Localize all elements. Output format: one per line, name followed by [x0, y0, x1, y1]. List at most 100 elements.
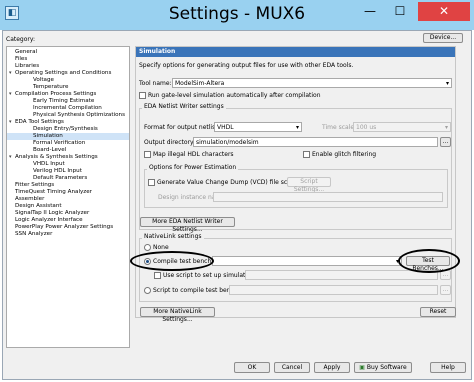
buy-software-button[interactable]: ▣ Buy Software	[354, 362, 412, 373]
category-item[interactable]: Incremental Compilation	[7, 105, 129, 112]
category-item[interactable]: Simulation	[7, 133, 129, 140]
use-script-input[interactable]	[245, 270, 438, 280]
category-item[interactable]: Default Parameters	[7, 175, 129, 182]
category-item[interactable]: Design Assistant	[7, 203, 129, 210]
panel-header: Simulation	[136, 47, 455, 57]
nativelink-group-title: NativeLink settings	[142, 233, 204, 240]
device-button[interactable]: Device...	[423, 33, 463, 43]
category-item-label: PowerPlay Power Analyzer Settings	[15, 224, 114, 230]
category-item[interactable]: ▾ Compilation Process Settings	[7, 91, 129, 98]
category-tree[interactable]: General Files Libraries ▾ Operating Settings…	[6, 46, 130, 348]
category-item[interactable]: Assembler	[7, 196, 129, 203]
tool-name-value: ModelSim-Altera	[175, 80, 225, 87]
format-select[interactable]: VHDL ▾	[214, 122, 302, 132]
category-item[interactable]: Early Timing Estimate	[7, 98, 129, 105]
gate-level-label: Run gate-level simulation automatically …	[148, 92, 321, 99]
category-item-label: Early Timing Estimate	[33, 98, 95, 104]
map-illegal-checkbox[interactable]	[144, 151, 151, 158]
vcd-label: Generate Value Change Dump (VCD) file sc…	[157, 179, 298, 186]
category-item-label: Board-Level	[33, 147, 67, 153]
use-script-checkbox[interactable]	[154, 272, 161, 279]
category-item-label: Verilog HDL Input	[33, 168, 82, 174]
category-item-label: VHDL Input	[33, 161, 65, 167]
chevron-down-icon: ▾	[444, 124, 448, 131]
close-button[interactable]: ✕	[418, 2, 470, 21]
tool-name-select[interactable]: ModelSim-Altera ▾	[172, 78, 452, 88]
category-item-label: Physical Synthesis Optimizations	[33, 112, 125, 118]
category-item-label: SSN Analyzer	[15, 231, 53, 237]
map-illegal-label: Map illegal HDL characters	[153, 151, 234, 158]
netlist-group-title: EDA Netlist Writer settings	[142, 103, 226, 110]
highlight-circle-compile	[130, 251, 214, 271]
none-label: None	[153, 244, 169, 251]
cart-icon: ▣	[359, 364, 365, 371]
category-item-label: Compilation Process Settings	[15, 91, 97, 97]
category-item[interactable]: PowerPlay Power Analyzer Settings	[7, 224, 129, 231]
use-script-label: Use script to set up simulation:	[163, 272, 257, 279]
category-item[interactable]: General	[7, 49, 129, 56]
category-item[interactable]: Fitter Settings	[7, 182, 129, 189]
none-radio[interactable]	[144, 244, 151, 251]
category-item-label: Voltage	[33, 77, 54, 83]
script-settings-button[interactable]: Script Settings...	[287, 177, 331, 193]
script-compile-label: Script to compile test bench:	[153, 287, 240, 294]
category-item-label: Fitter Settings	[15, 182, 55, 188]
category-item-label: TimeQuest Timing Analyzer	[15, 189, 92, 195]
buy-software-label: Buy Software	[366, 364, 407, 371]
category-item[interactable]: Physical Synthesis Optimizations	[7, 112, 129, 119]
help-button[interactable]: Help	[430, 362, 466, 373]
category-item[interactable]: Board-Level	[7, 147, 129, 154]
reset-button[interactable]: Reset	[420, 307, 456, 317]
design-instance-input[interactable]	[213, 192, 443, 202]
category-item[interactable]: VHDL Input	[7, 161, 129, 168]
ok-button[interactable]: OK	[234, 362, 270, 373]
script-compile-input[interactable]	[229, 285, 438, 295]
category-item[interactable]: Formal Verification	[7, 140, 129, 147]
category-item[interactable]: SSN Analyzer	[7, 231, 129, 238]
chevron-down-icon: ▾	[295, 124, 299, 131]
more-netlist-settings-button[interactable]: More EDA Netlist Writer Settings...	[140, 217, 235, 233]
cancel-button[interactable]: Cancel	[274, 362, 310, 373]
maximize-button[interactable]: ☐	[386, 2, 414, 21]
minimize-button[interactable]: —	[356, 2, 384, 21]
more-nativelink-settings-button[interactable]: More NativeLink Settings...	[140, 307, 215, 323]
vcd-checkbox[interactable]	[148, 179, 155, 186]
category-item-label: Formal Verification	[33, 140, 86, 146]
category-item[interactable]: Logic Analyzer Interface	[7, 217, 129, 224]
category-item-label: Temperature	[33, 84, 69, 90]
category-item[interactable]: Design Entry/Synthesis	[7, 126, 129, 133]
category-label: Category:	[6, 36, 35, 43]
category-item[interactable]: ▾ EDA Tool Settings	[7, 119, 129, 126]
category-item-label: EDA Tool Settings	[15, 119, 64, 125]
category-item[interactable]: Verilog HDL Input	[7, 168, 129, 175]
glitch-label: Enable glitch filtering	[312, 151, 377, 158]
category-item[interactable]: SignalTap II Logic Analyzer	[7, 210, 129, 217]
category-item-label: Simulation	[33, 133, 63, 139]
title-bar[interactable]: ◧ Settings - MUX6 — ☐ ✕	[0, 0, 474, 30]
output-dir-input[interactable]: simulation/modelsim	[193, 137, 438, 147]
test-bench-select[interactable]: ▾	[212, 256, 402, 266]
category-item-label: Files	[15, 56, 28, 62]
category-item-label: Incremental Compilation	[33, 105, 102, 111]
highlight-circle-test-benches	[398, 249, 460, 273]
script-compile-browse-button[interactable]: ...	[440, 285, 451, 295]
category-item[interactable]: ▾ Analysis & Synthesis Settings	[7, 154, 129, 161]
chevron-down-icon: ▾	[445, 80, 449, 87]
time-scale-value: 100 us	[356, 124, 377, 131]
category-item[interactable]: Voltage	[7, 77, 129, 84]
panel-description: Specify options for generating output fi…	[139, 62, 354, 69]
category-item[interactable]: Temperature	[7, 84, 129, 91]
output-dir-label: Output directory:	[144, 139, 196, 146]
output-dir-browse-button[interactable]: ...	[440, 137, 451, 147]
category-item[interactable]: Libraries	[7, 63, 129, 70]
glitch-checkbox[interactable]	[303, 151, 310, 158]
category-item[interactable]: Files	[7, 56, 129, 63]
apply-button[interactable]: Apply	[314, 362, 350, 373]
category-item-label: SignalTap II Logic Analyzer	[15, 210, 90, 216]
category-item[interactable]: TimeQuest Timing Analyzer	[7, 189, 129, 196]
time-scale-select[interactable]: 100 us ▾	[353, 122, 451, 132]
script-compile-radio[interactable]	[144, 287, 151, 294]
time-scale-label: Time scale:	[322, 124, 357, 131]
category-item[interactable]: ▾ Operating Settings and Conditions	[7, 70, 129, 77]
gate-level-checkbox[interactable]	[139, 92, 146, 99]
